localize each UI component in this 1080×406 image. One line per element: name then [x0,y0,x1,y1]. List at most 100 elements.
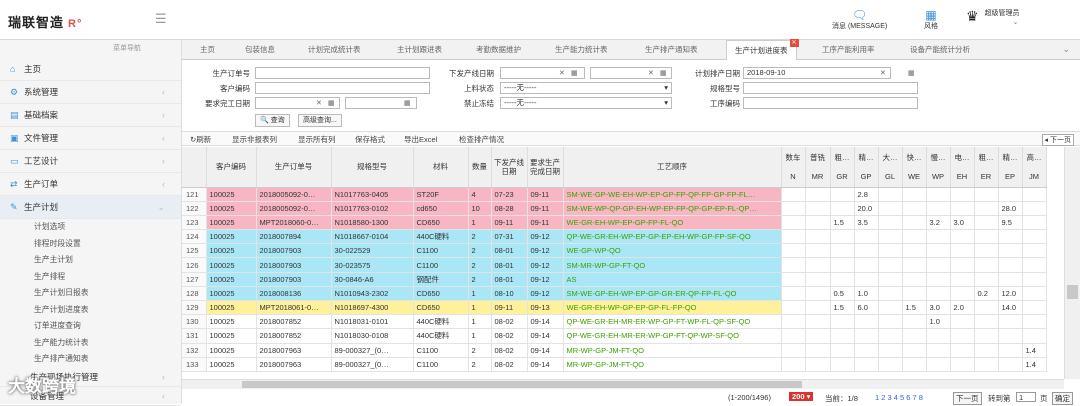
table-cell[interactable] [950,314,975,330]
table-cell[interactable]: 3.5 [854,215,879,231]
table-cell[interactable]: N1017763-0102 [331,201,414,216]
table-cell[interactable] [1022,286,1047,302]
calendar-icon[interactable]: ▦ [660,69,669,78]
table-cell[interactable] [998,229,1023,245]
clear-icon[interactable]: ✕ [316,99,325,108]
table-cell[interactable] [805,215,831,231]
table-cell[interactable] [805,257,831,273]
table-row[interactable]: 128 100025 2018008136 N1010943-2302 CD650 1 08… [182,286,1047,302]
route-cell[interactable]: SM-WE-GP-EH-WP-EP-GP-GR-ER-QP-FP-FL-QO [563,286,782,302]
table-cell[interactable]: C1100 [413,357,469,372]
refresh-button[interactable]: ↻刷新 [190,134,211,145]
table-cell[interactable] [781,187,806,202]
table-cell[interactable] [781,257,806,273]
table-cell[interactable] [781,357,806,372]
table-cell[interactable]: 08-02 [491,357,528,372]
table-cell[interactable] [974,257,999,273]
table-cell[interactable] [950,243,975,259]
table-cell[interactable] [1022,201,1047,216]
table-cell[interactable]: cd650 [413,201,469,216]
table-cell[interactable]: 09-11 [491,215,528,231]
table-cell[interactable]: 09-12 [527,286,564,302]
table-cell[interactable]: 30-023575 [331,257,414,273]
table-cell[interactable]: 08-10 [491,286,528,302]
route-cell[interactable]: WE-GP-WP-QO [563,243,782,259]
table-cell[interactable]: 1 [468,328,492,344]
table-cell[interactable] [1022,257,1047,273]
table-cell[interactable] [1022,187,1047,202]
table-cell[interactable] [878,229,903,245]
table-row[interactable]: 125 100025 2018007903 30-022529 C1100 2 08-01 0… [182,243,1047,259]
forbid-select[interactable]: -----无----- ▾ [500,97,672,109]
page-size-select[interactable]: 200 ▾ [789,392,814,401]
table-cell[interactable]: 2 [468,343,492,358]
table-cell[interactable] [998,243,1023,259]
table-cell[interactable] [830,243,855,259]
table-cell[interactable]: N1018030-0108 [331,328,414,344]
route-cell[interactable]: MR-WP-GP-JM-FT-QO [563,343,782,358]
route-cell[interactable]: QP-WE-GR-EH-MR-ER-WP-GP-FT-WP-FL-QP-SF-Q… [563,314,782,330]
table-cell[interactable]: 440C硬料 [413,328,469,344]
table-cell[interactable] [805,314,831,330]
table-cell[interactable]: 100025 [206,201,257,216]
table-cell[interactable] [926,328,951,344]
table-cell[interactable]: N1018667-0104 [331,229,414,245]
column-header[interactable]: 生产订单号 [256,147,332,188]
table-cell[interactable]: 09-12 [527,229,564,245]
table-cell[interactable] [974,243,999,259]
table-row[interactable]: 127 100025 2018007903 30-0846-A6 钢配件 2 08-01 09… [182,272,1047,287]
table-cell[interactable]: 100025 [206,229,257,245]
table-cell[interactable] [805,328,831,344]
table-cell[interactable] [878,272,903,287]
column-header[interactable]: 材料 [413,147,469,188]
table-cell[interactable]: 08-02 [491,328,528,344]
goto-page-input[interactable]: 1 [1016,392,1036,402]
sidebar-item-home[interactable]: ⌂ 主页 [0,58,181,81]
table-cell[interactable] [878,357,903,372]
table-cell[interactable] [926,187,951,202]
table-cell[interactable]: 2 [468,229,492,245]
table-cell[interactable]: 09-12 [527,243,564,259]
table-cell[interactable] [878,328,903,344]
route-cell[interactable]: WE-GR-EH-WP-EP-GP-FP-FL-QO [563,215,782,231]
table-cell[interactable]: 12.0 [998,286,1023,302]
table-cell[interactable] [974,187,999,202]
check-schedule-button[interactable]: 检查排产情况 [459,134,504,145]
route-cell[interactable]: SM-WE-WP-QP-GP-EH-WP-EP-FP-QP-GP-EP-FL-Q… [563,201,782,216]
table-cell[interactable] [950,357,975,372]
column-header[interactable]: 粗… GR [830,147,855,188]
route-cell[interactable]: QP-WE-GR-EH-WP-EP-GP-EP-EH-WP-GP-FP-SF-Q… [563,229,782,245]
user-menu[interactable]: ♛ 超级管理员 ⌄ [966,8,1056,26]
table-cell[interactable]: 2 [468,272,492,287]
table-cell[interactable]: 09-14 [527,328,564,344]
table-cell[interactable]: 2.0 [950,300,975,316]
query-button[interactable]: 🔍 查询 [255,114,290,127]
table-cell[interactable] [854,343,879,358]
table-cell[interactable] [1022,229,1047,245]
table-cell[interactable] [950,229,975,245]
table-cell[interactable]: 2018007903 [256,243,332,259]
table-cell[interactable] [1022,300,1047,316]
message-button[interactable]: 🗨 消息 (MESSAGE) [832,8,887,31]
table-cell[interactable] [830,314,855,330]
table-cell[interactable] [926,201,951,216]
table-cell[interactable]: 1.5 [830,215,855,231]
table-cell[interactable] [950,257,975,273]
table-cell[interactable] [805,343,831,358]
column-header[interactable]: 普铣 MR [805,147,831,188]
table-cell[interactable]: 1.0 [926,314,951,330]
table-cell[interactable] [998,314,1023,330]
table-cell[interactable] [974,357,999,372]
tab-equipment[interactable]: 设备产能统计分析 [902,40,978,60]
horizontal-scrollbar[interactable] [182,379,1064,389]
scroll-thumb[interactable] [1067,285,1078,299]
table-cell[interactable] [878,201,903,216]
table-cell[interactable]: 2 [468,357,492,372]
table-cell[interactable]: 100025 [206,215,257,231]
table-cell[interactable] [878,187,903,202]
table-cell[interactable]: 28.0 [998,201,1023,216]
table-cell[interactable] [974,215,999,231]
table-cell[interactable]: 09-13 [527,300,564,316]
sidebar-item-plan[interactable]: ✎ 生产计划 ⌄ [0,196,181,219]
table-row[interactable]: 129 100025 MPT2018061-0… N1018697-4300 CD650… [182,300,1047,316]
